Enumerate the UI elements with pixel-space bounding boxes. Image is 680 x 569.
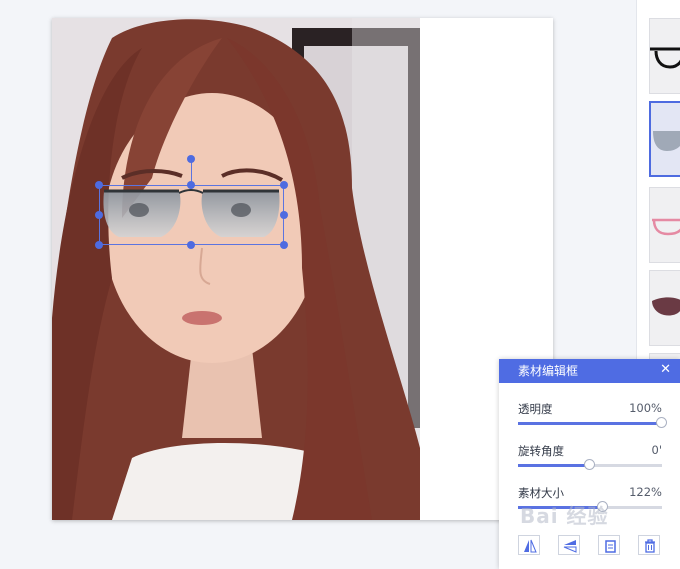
rotation-slider[interactable] <box>518 459 662 470</box>
rotation-value: 0' <box>651 443 662 457</box>
thumb-dark-red-sunglasses[interactable] <box>649 270 680 346</box>
resize-handle-right[interactable] <box>280 211 288 219</box>
rotation-label: 旋转角度 <box>518 444 564 458</box>
resize-handle-top[interactable] <box>187 181 195 189</box>
flip-vertical-button[interactable] <box>558 535 580 555</box>
flip-horizontal-button[interactable] <box>518 535 540 555</box>
delete-icon <box>645 539 655 553</box>
flip-vertical-icon <box>563 540 577 553</box>
opacity-slider-knob[interactable] <box>656 417 667 428</box>
resize-handle-bottom[interactable] <box>187 241 195 249</box>
opacity-label: 透明度 <box>518 402 553 416</box>
opacity-slider[interactable] <box>518 417 667 428</box>
copy-button[interactable] <box>598 535 620 555</box>
rotation-slider-knob[interactable] <box>584 459 595 470</box>
editor-canvas[interactable] <box>52 18 553 520</box>
close-icon[interactable]: ✕ <box>660 362 671 378</box>
size-value: 122% <box>629 485 662 499</box>
resize-handle-bottom-left[interactable] <box>95 241 103 249</box>
resize-handle-top-right[interactable] <box>280 181 288 189</box>
thumb-black-frame-glasses[interactable] <box>649 18 680 94</box>
rotate-handle[interactable] <box>187 155 195 163</box>
flip-horizontal-icon <box>524 539 537 553</box>
resize-handle-bottom-right[interactable] <box>280 241 288 249</box>
sticker-edit-frame[interactable] <box>99 185 284 245</box>
panel-header: 素材编辑框 ✕ <box>499 359 680 383</box>
delete-button[interactable] <box>638 535 660 555</box>
size-label: 素材大小 <box>518 486 564 500</box>
selfie-photo <box>52 18 420 520</box>
resize-handle-top-left[interactable] <box>95 181 103 189</box>
thumb-pink-frame-glasses[interactable] <box>649 187 680 263</box>
resize-handle-left[interactable] <box>95 211 103 219</box>
thumb-gradient-sunglasses[interactable] <box>649 101 680 177</box>
panel-title: 素材编辑框 <box>518 364 579 378</box>
copy-icon <box>605 540 616 553</box>
opacity-value: 100% <box>629 401 662 415</box>
watermark: Bai 经验 <box>520 504 609 528</box>
